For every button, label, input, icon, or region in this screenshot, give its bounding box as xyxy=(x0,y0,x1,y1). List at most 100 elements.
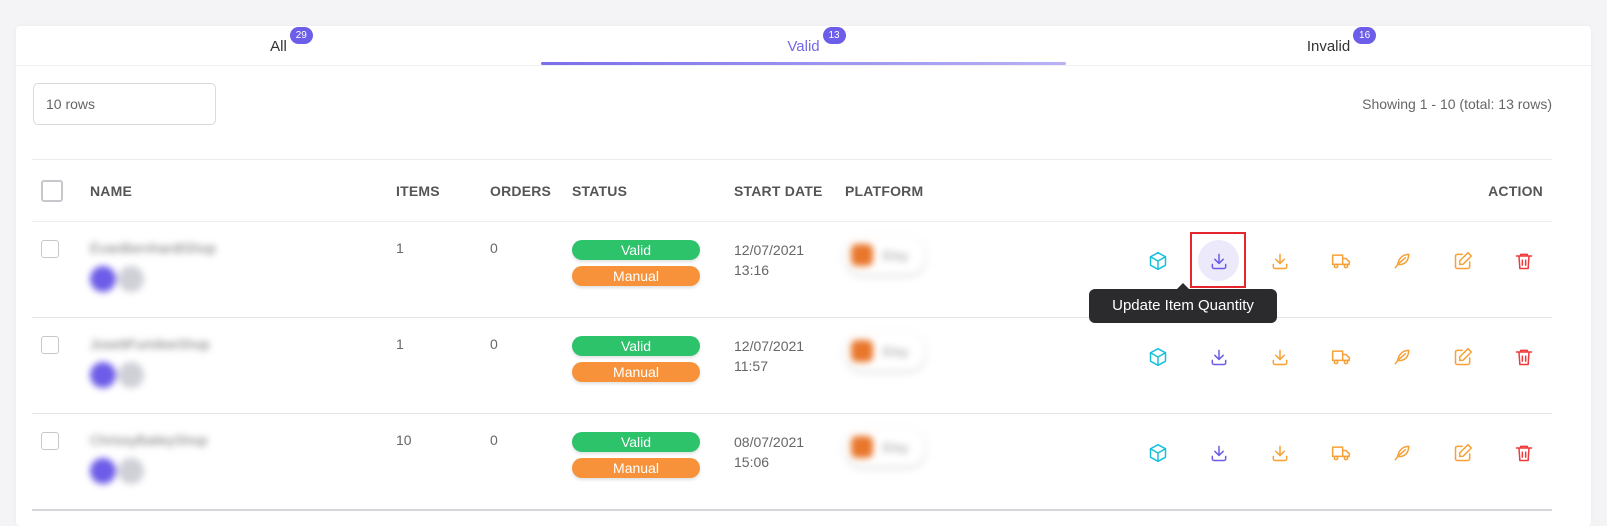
platform-chip: Etsy xyxy=(845,332,925,370)
edit-button[interactable] xyxy=(1442,336,1483,377)
platform-logo-icon xyxy=(851,436,873,458)
trash-icon xyxy=(1515,253,1532,269)
platform-name: Etsy xyxy=(883,343,909,359)
status-badge: Valid xyxy=(572,336,700,356)
row-checkbox[interactable] xyxy=(41,336,59,354)
row-checkbox[interactable] xyxy=(41,240,59,258)
type-badge: Manual xyxy=(572,458,700,478)
start-time: 13:16 xyxy=(734,262,770,278)
sync-product-button[interactable] xyxy=(1137,240,1178,281)
pagination-summary: Showing 1 - 10 (total: 13 rows) xyxy=(1362,96,1552,112)
header-start-date[interactable]: START DATE xyxy=(734,160,845,222)
table-row[interactable]: JosettFumileeShop 1 0 Valid Manual 12/07… xyxy=(32,318,1552,414)
box-icon xyxy=(1149,443,1166,462)
table-header-row: NAME ITEMS ORDERS STATUS START DATE PLAT… xyxy=(32,159,1552,222)
download-icon xyxy=(1211,349,1226,365)
avatar xyxy=(118,458,144,484)
truck-icon xyxy=(1331,349,1350,364)
shop-name[interactable]: JosettFumileeShop xyxy=(90,336,396,352)
platform-chip: Etsy xyxy=(845,236,925,274)
tab-invalid-label: Invalid xyxy=(1306,38,1351,55)
box-icon xyxy=(1149,251,1166,270)
type-badge: Manual xyxy=(572,266,700,286)
shipping-button[interactable] xyxy=(1320,432,1361,473)
update-item-quantity-button[interactable] xyxy=(1190,232,1246,288)
feather-button[interactable] xyxy=(1381,240,1422,281)
assignee-avatars xyxy=(90,458,396,484)
table-row[interactable]: EvanBernhardtShop 1 0 Valid Manual 12/07… xyxy=(32,222,1552,318)
status-badge: Valid xyxy=(572,240,700,260)
feather-icon xyxy=(1394,253,1409,268)
start-date: 12/07/2021 xyxy=(734,338,805,354)
shops-card: All 29 Valid 13 Invalid 16 10 rows Showing … xyxy=(16,26,1591,526)
tab-valid[interactable]: Valid 13 xyxy=(541,26,1066,65)
sync-product-button[interactable] xyxy=(1137,336,1178,377)
import-icon xyxy=(1272,253,1287,269)
platform-name: Etsy xyxy=(883,247,909,263)
header-action: ACTION xyxy=(1488,182,1543,199)
rows-per-page-select[interactable]: 10 rows xyxy=(33,83,216,125)
shipping-button[interactable] xyxy=(1320,240,1361,281)
items-count: 1 xyxy=(396,240,404,256)
update-item-quantity-button[interactable] xyxy=(1198,432,1239,473)
trash-icon xyxy=(1515,349,1532,365)
header-platform[interactable]: PLATFORM xyxy=(845,160,1035,222)
items-count: 1 xyxy=(396,336,404,352)
shop-name[interactable]: EvanBernhardtShop xyxy=(90,240,396,256)
orders-count: 0 xyxy=(490,336,498,352)
import-orders-button[interactable] xyxy=(1259,432,1300,473)
edit-button[interactable] xyxy=(1442,432,1483,473)
table-row[interactable]: ChrissyBaileyShop 10 0 Valid Manual 08/0… xyxy=(32,414,1552,510)
assignee-avatars xyxy=(90,266,396,292)
platform-chip: Etsy xyxy=(845,428,925,466)
orders-count: 0 xyxy=(490,432,498,448)
update-item-quantity-button[interactable] xyxy=(1198,336,1239,377)
feather-button[interactable] xyxy=(1381,336,1422,377)
start-date: 08/07/2021 xyxy=(734,434,805,450)
header-status[interactable]: STATUS xyxy=(572,160,734,222)
shops-table: NAME ITEMS ORDERS STATUS START DATE PLAT… xyxy=(32,159,1552,511)
import-orders-button[interactable] xyxy=(1259,240,1300,281)
platform-name: Etsy xyxy=(883,439,909,455)
truck-icon xyxy=(1331,253,1350,268)
header-name[interactable]: NAME xyxy=(90,160,396,222)
shipping-button[interactable] xyxy=(1320,336,1361,377)
platform-logo-icon xyxy=(851,340,873,362)
highlight-box xyxy=(1190,232,1246,288)
delete-button[interactable] xyxy=(1503,240,1544,281)
tab-valid-count-badge: 13 xyxy=(822,27,846,44)
sync-product-button[interactable] xyxy=(1137,432,1178,473)
trash-icon xyxy=(1515,445,1532,461)
shop-name[interactable]: ChrissyBaileyShop xyxy=(90,432,396,448)
tab-all-count-badge: 29 xyxy=(289,27,313,44)
edit-icon xyxy=(1454,347,1472,365)
tab-invalid-count-badge: 16 xyxy=(1353,27,1377,44)
edit-icon xyxy=(1454,251,1472,269)
header-items[interactable]: ITEMS xyxy=(396,160,490,222)
delete-button[interactable] xyxy=(1503,432,1544,473)
avatar xyxy=(90,458,116,484)
delete-button[interactable] xyxy=(1503,336,1544,377)
select-all-checkbox[interactable] xyxy=(41,179,63,202)
start-date: 12/07/2021 xyxy=(734,242,805,258)
update-item-quantity-tooltip: Update Item Quantity xyxy=(1089,283,1277,323)
tab-all[interactable]: All 29 xyxy=(16,26,541,65)
avatar xyxy=(90,266,116,292)
status-badge: Valid xyxy=(572,432,700,452)
feather-icon xyxy=(1394,349,1409,364)
import-orders-button[interactable] xyxy=(1259,336,1300,377)
feather-icon xyxy=(1394,445,1409,460)
box-icon xyxy=(1149,347,1166,366)
header-orders[interactable]: ORDERS xyxy=(490,160,572,222)
avatar xyxy=(118,362,144,388)
row-checkbox[interactable] xyxy=(41,432,59,450)
tab-all-label: All xyxy=(270,38,287,55)
type-badge: Manual xyxy=(572,362,700,382)
import-icon xyxy=(1272,349,1287,365)
edit-button[interactable] xyxy=(1442,240,1483,281)
platform-logo-icon xyxy=(851,244,873,266)
orders-count: 0 xyxy=(490,240,498,256)
assignee-avatars xyxy=(90,362,396,388)
tab-invalid[interactable]: Invalid 16 xyxy=(1066,26,1591,65)
feather-button[interactable] xyxy=(1381,432,1422,473)
